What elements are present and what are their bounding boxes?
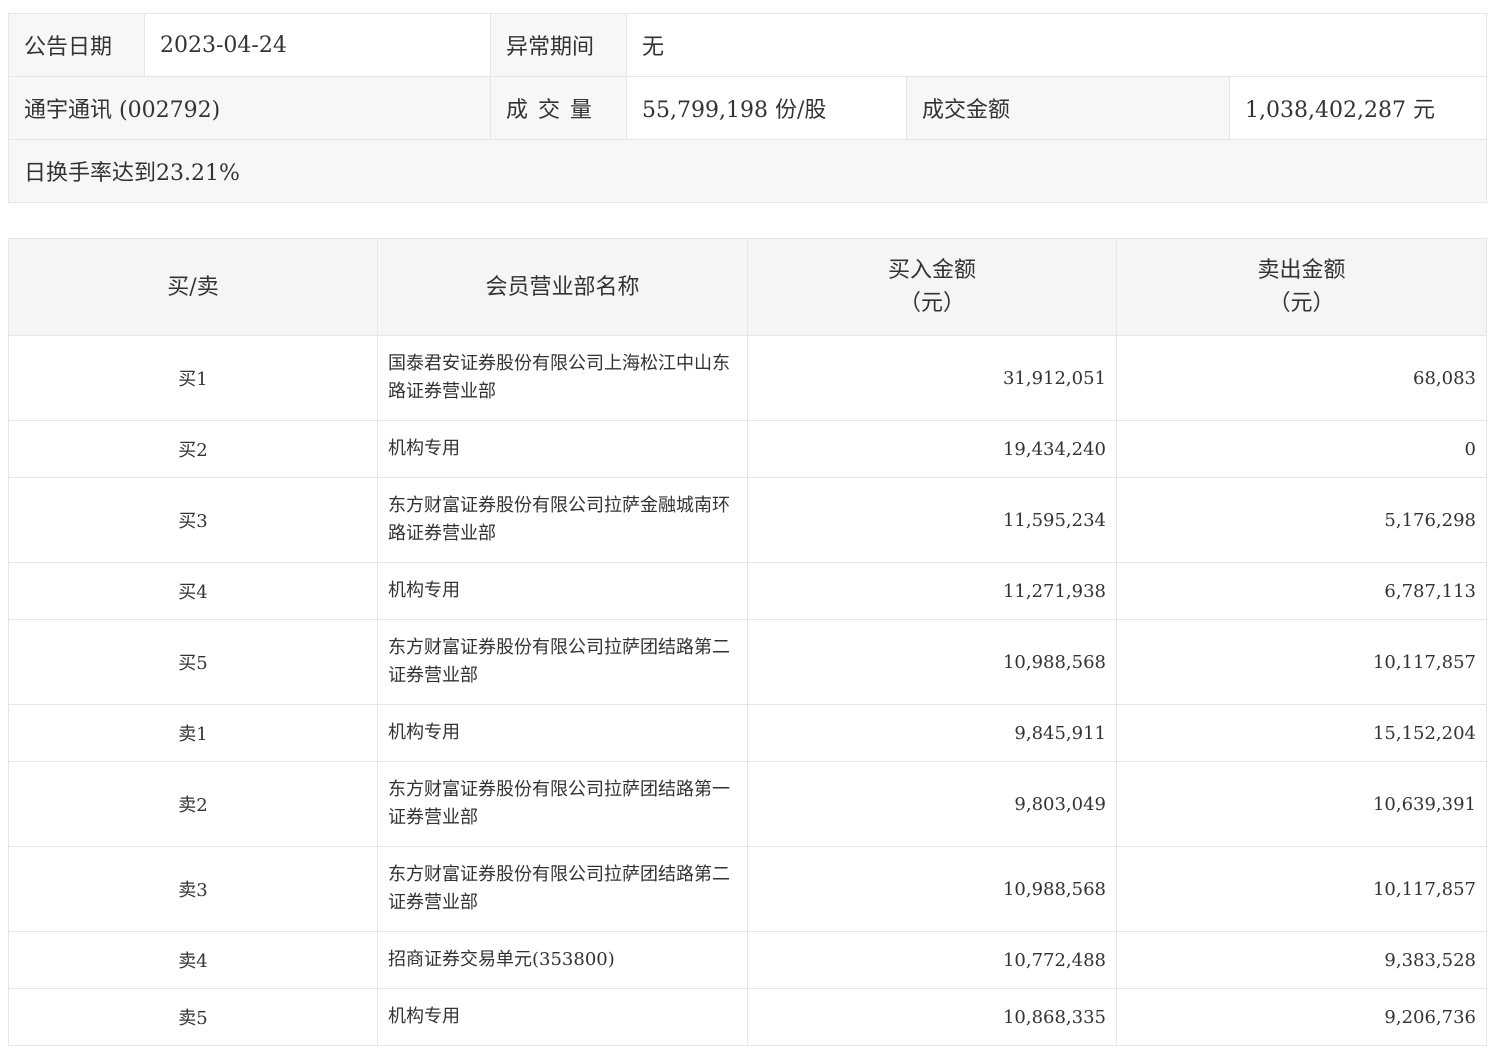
announcement-date-value: 2023-04-24 (144, 13, 491, 77)
sell-amount-cell: 0 (1116, 420, 1487, 478)
department-cell: 东方财富证券股份有限公司拉萨金融城南环路证券营业部 (377, 477, 748, 563)
stock-info-table: 公告日期 2023-04-24 异常期间 无 通宇通讯 (002792) 成交量… (8, 13, 1487, 203)
side-cell: 买4 (8, 562, 378, 620)
side-cell: 买1 (8, 335, 378, 421)
buy-amount-cell: 10,988,568 (747, 846, 1117, 932)
side-cell: 卖2 (8, 761, 378, 847)
table-row: 买3 东方财富证券股份有限公司拉萨金融城南环路证券营业部 11,595,234 … (8, 477, 1487, 563)
buy-amount-cell: 9,803,049 (747, 761, 1117, 847)
department-cell: 机构专用 (377, 704, 748, 762)
department-cell: 国泰君安证券股份有限公司上海松江中山东路证券营业部 (377, 335, 748, 421)
sell-amount-cell: 9,206,736 (1116, 988, 1487, 1046)
header-side: 买/卖 (8, 238, 378, 336)
table-row: 卖4 招商证券交易单元(353800) 10,772,488 9,383,528 (8, 931, 1487, 989)
table-row: 买2 机构专用 19,434,240 0 (8, 420, 1487, 478)
table-row: 卖1 机构专用 9,845,911 15,152,204 (8, 704, 1487, 762)
department-cell: 招商证券交易单元(353800) (377, 931, 748, 989)
side-cell: 买3 (8, 477, 378, 563)
side-cell: 买5 (8, 619, 378, 705)
sell-amount-cell: 5,176,298 (1116, 477, 1487, 563)
table-row: 卖2 东方财富证券股份有限公司拉萨团结路第一证券营业部 9,803,049 10… (8, 761, 1487, 847)
sell-amount-cell: 10,117,857 (1116, 846, 1487, 932)
department-cell: 机构专用 (377, 562, 748, 620)
stock-name-cell: 通宇通讯 (002792) (8, 76, 491, 140)
side-cell: 卖1 (8, 704, 378, 762)
sell-amount-cell: 9,383,528 (1116, 931, 1487, 989)
buy-amount-cell: 19,434,240 (747, 420, 1117, 478)
department-cell: 东方财富证券股份有限公司拉萨团结路第一证券营业部 (377, 761, 748, 847)
buy-amount-cell: 11,595,234 (747, 477, 1117, 563)
department-cell: 东方财富证券股份有限公司拉萨团结路第二证券营业部 (377, 619, 748, 705)
header-buy-amount: 买入金额 （元） (747, 238, 1117, 336)
header-sell-amount: 卖出金额 （元） (1116, 238, 1487, 336)
department-cell: 机构专用 (377, 988, 748, 1046)
stock-code: (002792) (119, 98, 221, 123)
sell-amount-cell: 6,787,113 (1116, 562, 1487, 620)
trading-departments-table: 买/卖 会员营业部名称 买入金额 （元） 卖出金额 （元） 买1 国泰君安证券股份有… (8, 238, 1487, 1046)
side-cell: 卖4 (8, 931, 378, 989)
side-cell: 卖5 (8, 988, 378, 1046)
header-department: 会员营业部名称 (377, 238, 748, 336)
department-cell: 东方财富证券股份有限公司拉萨团结路第二证券营业部 (377, 846, 748, 932)
sell-amount-cell: 68,083 (1116, 335, 1487, 421)
department-cell: 机构专用 (377, 420, 748, 478)
buy-amount-cell: 10,868,335 (747, 988, 1117, 1046)
table-row: 卖3 东方财富证券股份有限公司拉萨团结路第二证券营业部 10,988,568 1… (8, 846, 1487, 932)
table-row: 买5 东方财富证券股份有限公司拉萨团结路第二证券营业部 10,988,568 1… (8, 619, 1487, 705)
table-row: 买4 机构专用 11,271,938 6,787,113 (8, 562, 1487, 620)
buy-amount-cell: 10,772,488 (747, 931, 1117, 989)
sell-amount-cell: 10,639,391 (1116, 761, 1487, 847)
volume-value: 55,799,198 份/股 (626, 76, 907, 140)
volume-label: 成交量 (490, 76, 627, 140)
buy-amount-cell: 9,845,911 (747, 704, 1117, 762)
side-cell: 卖3 (8, 846, 378, 932)
sell-amount-cell: 15,152,204 (1116, 704, 1487, 762)
table-row: 买1 国泰君安证券股份有限公司上海松江中山东路证券营业部 31,912,051 … (8, 335, 1487, 421)
side-cell: 买2 (8, 420, 378, 478)
buy-amount-cell: 10,988,568 (747, 619, 1117, 705)
abnormal-period-label: 异常期间 (490, 13, 627, 77)
buy-amount-cell: 11,271,938 (747, 562, 1117, 620)
buy-amount-cell: 31,912,051 (747, 335, 1117, 421)
turnover-rate-note: 日换手率达到23.21% (8, 139, 1487, 203)
stock-name: 通宇通讯 (24, 98, 113, 123)
sell-amount-cell: 10,117,857 (1116, 619, 1487, 705)
table-row: 卖5 机构专用 10,868,335 9,206,736 (8, 988, 1487, 1046)
turnover-amount-value: 1,038,402,287 元 (1229, 76, 1487, 140)
announcement-date-label: 公告日期 (8, 13, 145, 77)
turnover-amount-label: 成交金额 (906, 76, 1230, 140)
abnormal-period-value: 无 (626, 13, 1487, 77)
